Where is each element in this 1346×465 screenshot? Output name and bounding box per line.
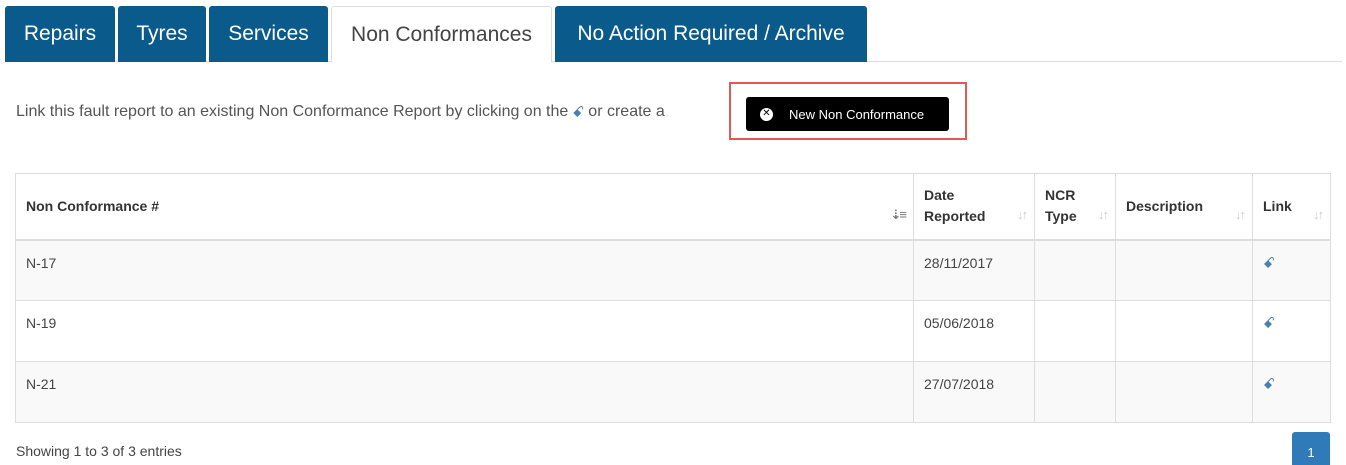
- cell-date: 27/07/2018: [913, 361, 1035, 423]
- cell-description: [1115, 239, 1253, 301]
- non-conformance-table: Non Conformance # ⇣≡ Date Reported ↓↑ NC…: [15, 173, 1331, 423]
- tab-non-conformances[interactable]: Non Conformances: [331, 6, 552, 63]
- header-number-label: Non Conformance #: [26, 197, 160, 214]
- sort-icon: ↓↑: [1017, 206, 1028, 222]
- cell-link: ꗃ: [1252, 361, 1331, 423]
- new-non-conformance-button[interactable]: ✕ New Non Conformance: [746, 97, 949, 131]
- sort-icon: ↓↑: [1098, 206, 1109, 222]
- sort-asc-icon: ⇣≡: [890, 206, 908, 222]
- sort-icon: ↓↑: [1313, 206, 1324, 222]
- header-description-label: Description: [1126, 197, 1204, 214]
- cell-type: [1034, 239, 1116, 301]
- tab-tyres[interactable]: Tyres: [118, 6, 206, 62]
- tab-no-action-archive[interactable]: No Action Required / Archive: [555, 6, 867, 62]
- tab-bar: Repairs Tyres Services Non Conformances …: [5, 6, 1342, 63]
- tab-repairs[interactable]: Repairs: [5, 6, 115, 62]
- header-description[interactable]: Description ↓↑: [1115, 173, 1253, 241]
- times-circle-icon: ✕: [760, 107, 773, 121]
- header-date-line2: Reported: [924, 208, 986, 225]
- sort-icon: ↓↑: [1235, 206, 1246, 222]
- cell-number: N-21: [15, 361, 914, 423]
- header-type-line1: NCR: [1045, 187, 1076, 204]
- header-non-conformance-number[interactable]: Non Conformance # ⇣≡: [15, 173, 914, 241]
- header-link[interactable]: Link ↓↑: [1252, 173, 1331, 241]
- tab-services[interactable]: Services: [209, 6, 328, 62]
- cell-date: 05/06/2018: [913, 300, 1035, 362]
- cell-type: [1034, 361, 1116, 423]
- cell-date: 28/11/2017: [913, 239, 1035, 301]
- new-non-conformance-label: New Non Conformance: [789, 106, 925, 122]
- instruction-after: or create a: [588, 103, 665, 120]
- cell-description: [1115, 300, 1253, 362]
- header-ncr-type[interactable]: NCR Type ↓↑: [1034, 173, 1116, 241]
- table-row: N-21 27/07/2018 ꗃ: [15, 361, 1331, 423]
- link-icon[interactable]: ꗃ: [1263, 315, 1275, 332]
- instruction-text: Link this fault report to an existing No…: [16, 103, 665, 121]
- table-row: N-17 28/11/2017 ꗃ: [15, 239, 1331, 301]
- table-header-row: Non Conformance # ⇣≡ Date Reported ↓↑ NC…: [15, 173, 1331, 241]
- header-date-reported[interactable]: Date Reported ↓↑: [913, 173, 1035, 241]
- link-icon: ꗃ: [572, 103, 585, 121]
- header-link-label: Link: [1263, 197, 1292, 214]
- link-icon[interactable]: ꗃ: [1263, 376, 1275, 393]
- instruction-before: Link this fault report to an existing No…: [16, 103, 569, 120]
- table-row: N-19 05/06/2018 ꗃ: [15, 300, 1331, 362]
- header-date-line1: Date: [924, 187, 955, 204]
- table-info: Showing 1 to 3 of 3 entries: [16, 443, 182, 459]
- header-type-line2: Type: [1045, 208, 1077, 225]
- link-icon[interactable]: ꗃ: [1263, 255, 1275, 272]
- cell-link: ꗃ: [1252, 239, 1331, 301]
- cell-number: N-17: [15, 239, 914, 301]
- cell-description: [1115, 361, 1253, 423]
- cell-link: ꗃ: [1252, 300, 1331, 362]
- cell-number: N-19: [15, 300, 914, 362]
- cell-type: [1034, 300, 1116, 362]
- pagination-page-1[interactable]: 1: [1292, 432, 1330, 465]
